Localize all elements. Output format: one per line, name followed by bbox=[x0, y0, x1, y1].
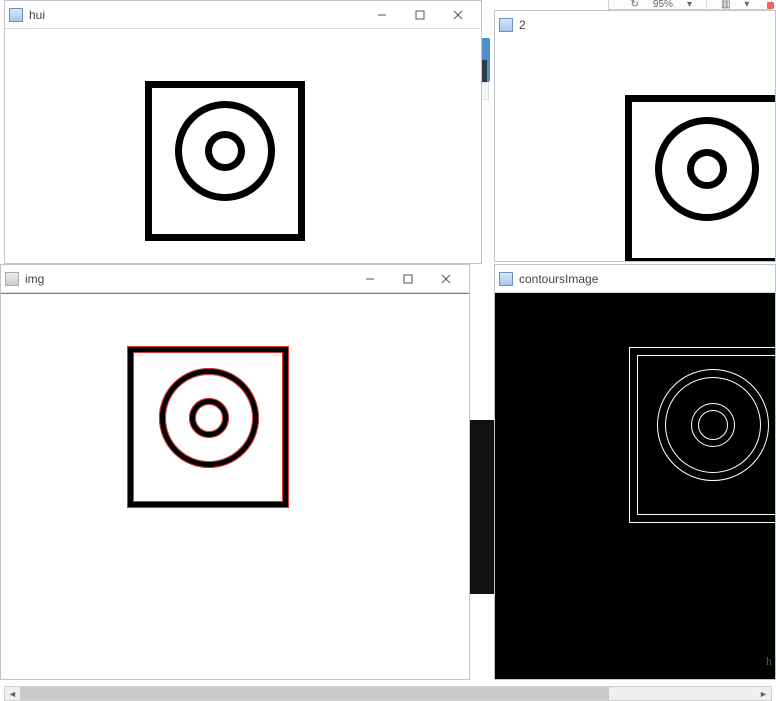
maximize-icon bbox=[415, 10, 425, 20]
scroll-right-arrow-icon[interactable]: ► bbox=[756, 687, 771, 700]
refresh-icon[interactable]: ↻ bbox=[631, 0, 639, 10]
scroll-left-arrow-icon[interactable]: ◄ bbox=[5, 687, 20, 700]
minimize-icon bbox=[377, 10, 387, 20]
close-fragment-icon bbox=[767, 2, 774, 9]
maximize-button[interactable] bbox=[401, 1, 439, 29]
window-title: contoursImage bbox=[519, 272, 771, 286]
corner-letter: h bbox=[766, 654, 772, 669]
minimize-icon bbox=[365, 274, 375, 284]
toolbar-fragment: ↻ 95% ▾ ▥ ▾ bbox=[608, 0, 772, 10]
maximize-icon bbox=[403, 274, 413, 284]
window-title: img bbox=[25, 272, 351, 286]
window-img: img bbox=[0, 264, 470, 680]
image-canvas bbox=[1, 293, 469, 679]
titlebar[interactable]: contoursImage bbox=[495, 265, 775, 293]
close-button[interactable] bbox=[439, 1, 477, 29]
background-fragment bbox=[481, 82, 489, 100]
titlebar[interactable]: hui bbox=[5, 1, 481, 29]
window-contours: contoursImage bbox=[494, 264, 776, 680]
layout-icon[interactable]: ▥ bbox=[721, 0, 730, 10]
app-icon bbox=[499, 272, 513, 286]
zoom-level: 95% bbox=[653, 0, 673, 10]
background-fragment bbox=[470, 420, 494, 594]
window-title: hui bbox=[29, 8, 363, 22]
image-canvas bbox=[495, 39, 775, 261]
close-icon bbox=[441, 274, 451, 284]
dropdown-icon[interactable]: ▾ bbox=[687, 0, 692, 10]
window-hui: hui bbox=[4, 0, 482, 264]
image-canvas bbox=[5, 29, 481, 263]
maximize-button[interactable] bbox=[389, 265, 427, 293]
close-button[interactable] bbox=[427, 265, 465, 293]
app-icon bbox=[9, 8, 23, 22]
horizontal-scrollbar[interactable]: ◄ ► bbox=[4, 686, 772, 701]
window-2: 2 bbox=[494, 10, 776, 262]
app-icon bbox=[499, 18, 513, 32]
titlebar[interactable]: 2 bbox=[495, 11, 775, 39]
chevron-down-icon[interactable]: ▾ bbox=[744, 0, 749, 10]
minimize-button[interactable] bbox=[351, 265, 389, 293]
minimize-button[interactable] bbox=[363, 1, 401, 29]
titlebar[interactable]: img bbox=[1, 265, 469, 293]
image-canvas bbox=[495, 293, 775, 679]
scrollbar-track[interactable] bbox=[20, 687, 756, 700]
window-title: 2 bbox=[519, 18, 771, 32]
scrollbar-thumb[interactable] bbox=[20, 687, 609, 700]
close-icon bbox=[453, 10, 463, 20]
separator bbox=[706, 1, 707, 9]
app-icon bbox=[5, 272, 19, 286]
